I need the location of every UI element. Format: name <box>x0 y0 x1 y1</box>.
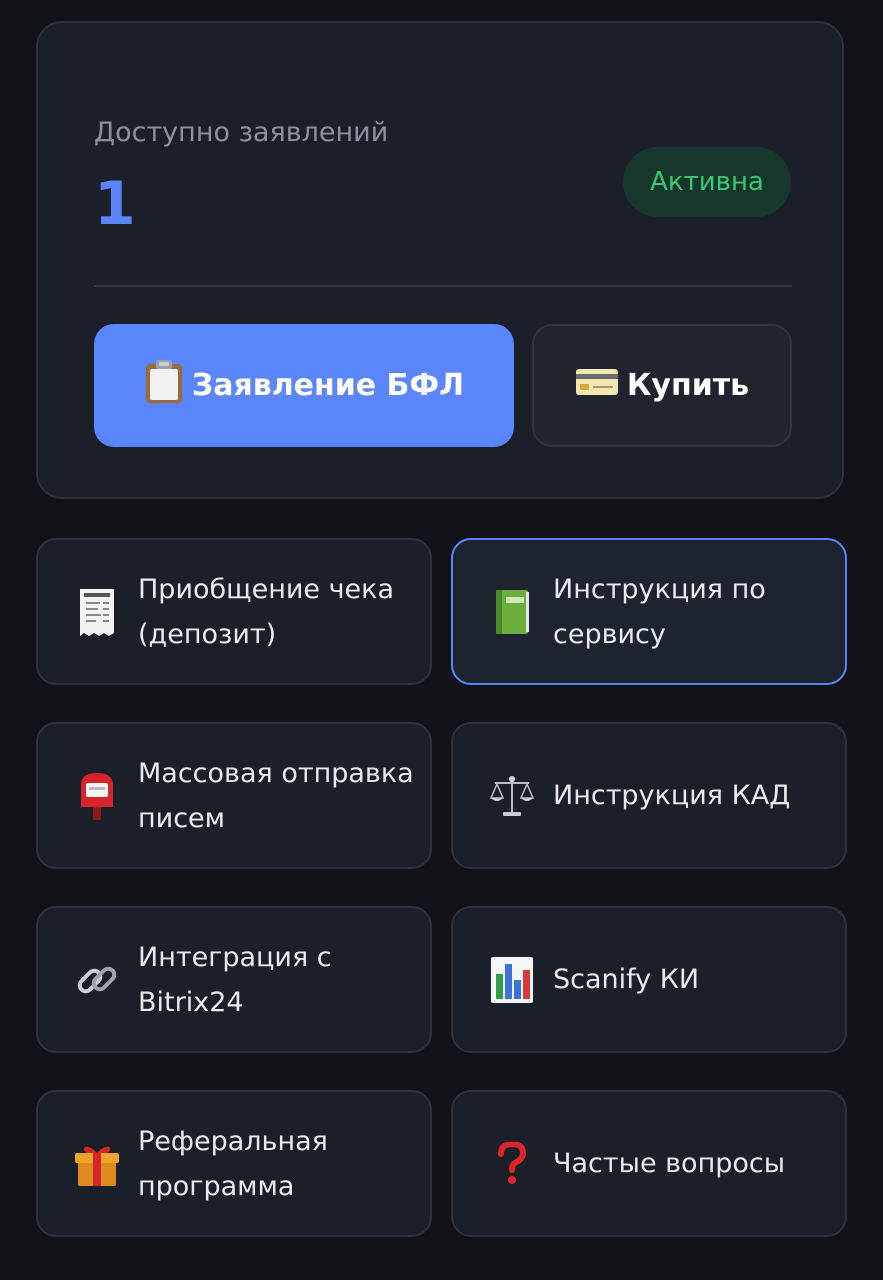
tile-label: Инструкция КАД <box>553 780 791 811</box>
bfl-application-label: Заявление БФЛ <box>191 368 465 403</box>
balance-label: Доступно заявлений <box>94 117 389 148</box>
tile-referral-program[interactable]: Реферальная программа <box>36 1090 432 1237</box>
tile-label: Массовая отправка писем <box>138 757 414 834</box>
tile-faq[interactable]: Частые вопросы <box>451 1090 847 1237</box>
divider <box>94 285 792 287</box>
link-icon <box>68 957 126 1003</box>
balance-count: 1 <box>94 169 136 239</box>
tile-label: Приобщение чека (депозит) <box>138 573 395 650</box>
tile-receipt-deposit[interactable]: Приобщение чека (депозит) <box>36 538 432 685</box>
clipboard-icon <box>144 359 184 413</box>
tile-bitrix24-integration[interactable]: Интеграция с Bitrix24 <box>36 906 432 1053</box>
tile-bulk-mailing[interactable]: Массовая отправка писем <box>36 722 432 869</box>
tile-label: Интеграция с Bitrix24 <box>138 941 332 1018</box>
tile-service-instructions[interactable]: Инструкция по сервису <box>451 538 847 685</box>
tile-label: Инструкция по сервису <box>553 573 766 650</box>
tile-scanify-ki[interactable]: Scanify КИ <box>451 906 847 1053</box>
bfl-application-button[interactable]: Заявление БФЛ <box>94 324 514 447</box>
credit-card-icon <box>575 367 619 405</box>
green-book-icon <box>483 588 541 636</box>
buy-button[interactable]: Купить <box>532 324 792 447</box>
gift-icon <box>68 1140 126 1188</box>
balance-card: Доступно заявлений 1 Активна Заявление Б… <box>36 21 844 499</box>
tile-label: Частые вопросы <box>553 1148 786 1179</box>
tile-label: Реферальная программа <box>138 1125 328 1202</box>
status-badge: Активна <box>623 147 791 217</box>
buy-label: Купить <box>626 368 750 403</box>
tile-kad-instructions[interactable]: Инструкция КАД <box>451 722 847 869</box>
question-mark-icon <box>483 1141 541 1186</box>
bar-chart-icon <box>483 956 541 1004</box>
main-screen: Доступно заявлений 1 Активна Заявление Б… <box>0 0 883 1280</box>
receipt-icon <box>68 587 126 637</box>
postbox-icon <box>68 771 126 821</box>
scales-icon <box>483 774 541 818</box>
tile-label: Scanify КИ <box>553 964 700 995</box>
